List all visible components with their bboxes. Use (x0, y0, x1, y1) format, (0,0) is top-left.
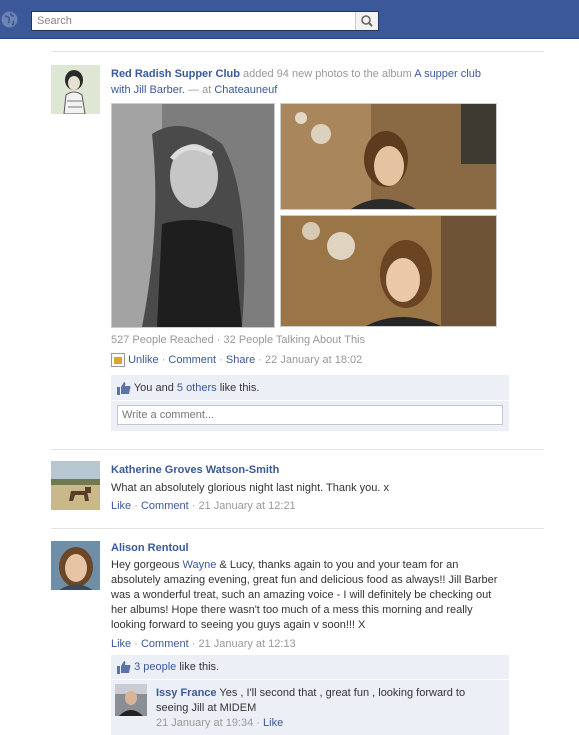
likes-people-link[interactable]: 3 people (134, 661, 176, 673)
commenter-avatar[interactable] (51, 461, 100, 510)
photo-2[interactable] (280, 103, 497, 210)
likes-suffix: like this. (216, 382, 260, 394)
woman-avatar-icon (51, 541, 100, 590)
reply-timestamp: 21 January at 19:34 (156, 717, 254, 729)
like-link[interactable]: Like (111, 638, 131, 650)
reply-box: Issy France Yes , I'll second that , gre… (111, 680, 509, 735)
place-link[interactable]: Chateauneuf (214, 84, 277, 96)
commenter-avatar[interactable] (51, 541, 100, 590)
vintage-woman-icon (51, 65, 100, 114)
landscape-horse-icon (51, 461, 100, 510)
top-bar (0, 0, 579, 39)
page-post-icon (111, 353, 125, 368)
search-box (31, 11, 379, 31)
search-icon (361, 15, 373, 27)
likes-suffix: like this. (176, 661, 220, 673)
reply-content: Issy France Yes , I'll second that , gre… (156, 686, 496, 731)
post-stats: 527 People Reached · 32 People Talking A… (111, 334, 365, 346)
like-link[interactable]: Like (263, 717, 283, 729)
likes-prefix: You and (133, 382, 177, 394)
reply-avatar[interactable] (115, 684, 147, 716)
likes-others-link[interactable]: 5 others (177, 382, 217, 394)
singer-photo-icon (112, 104, 274, 327)
woman-portrait-photo-icon (281, 216, 496, 326)
man-avatar-icon (115, 684, 147, 716)
woman-smiling-photo-icon (281, 104, 496, 209)
comment-actions: Like · Comment · 21 January at 12:13 (111, 638, 296, 650)
unlike-link[interactable]: Unlike (128, 354, 159, 366)
post-header: Red Radish Supper Club added 94 new phot… (111, 66, 491, 98)
mention-link[interactable]: Wayne (183, 559, 217, 571)
comment-text: Hey gorgeous Wayne & Lucy, thanks again … (111, 558, 507, 633)
search-input[interactable] (32, 12, 357, 30)
reply-author-link[interactable]: Issy France (156, 687, 217, 699)
post-author-link[interactable]: Red Radish Supper Club (111, 68, 240, 80)
post-action-text: added 94 new photos to the album (239, 68, 415, 80)
divider (111, 400, 509, 401)
post-at-text: — at (184, 84, 215, 96)
share-link[interactable]: Share (226, 354, 255, 366)
search-button[interactable] (355, 12, 378, 30)
thumbs-up-icon (117, 660, 131, 674)
like-link[interactable]: Like (111, 500, 131, 512)
comment-text: What an absolutely glorious night last n… (111, 482, 390, 494)
comment-timestamp: 21 January at 12:21 (198, 500, 296, 512)
comment-author-link[interactable]: Katherine Groves Watson-Smith (111, 462, 389, 478)
comment-link[interactable]: Comment (141, 500, 189, 512)
reply-actions: 21 January at 19:34 · Like (156, 717, 284, 729)
comment-1: Katherine Groves Watson-Smith What an ab… (111, 462, 389, 514)
photo-3[interactable] (280, 215, 497, 327)
likes-sentence: You and 5 others like this. (117, 381, 259, 395)
likes-sentence: 3 people like this. (117, 660, 219, 674)
divider (51, 51, 544, 52)
comment-timestamp: 21 January at 12:13 (198, 638, 296, 650)
post-feedback-box: You and 5 others like this. Write a comm… (111, 375, 509, 431)
comment-likes-box: 3 people like this. (111, 655, 509, 679)
globe-icon[interactable] (1, 11, 18, 28)
divider (51, 528, 544, 529)
comment-link[interactable]: Comment (168, 354, 216, 366)
divider (51, 449, 544, 450)
page-avatar[interactable] (51, 65, 100, 114)
post-timestamp: 22 January at 18:02 (265, 354, 363, 366)
photo-1[interactable] (111, 103, 275, 328)
comment-author-link[interactable]: Alison Rentoul (111, 541, 509, 556)
comment-text-start: Hey gorgeous (111, 559, 183, 571)
thumbs-up-icon (117, 381, 131, 395)
comment-2: Alison Rentoul Hey gorgeous Wayne & Lucy… (111, 541, 509, 652)
post-actions: Unlike · Comment · Share · 22 January at… (111, 353, 363, 368)
comment-input[interactable]: Write a comment... (117, 405, 503, 425)
comment-link[interactable]: Comment (141, 638, 189, 650)
comment-actions: Like · Comment · 21 January at 12:21 (111, 500, 296, 512)
